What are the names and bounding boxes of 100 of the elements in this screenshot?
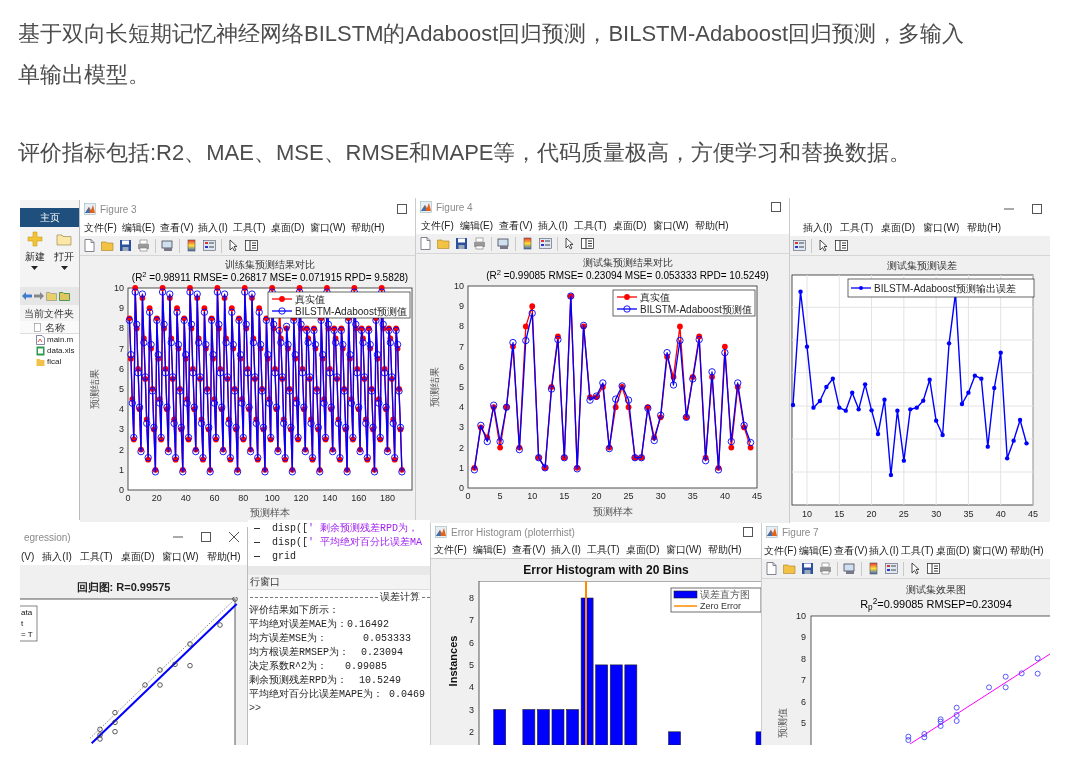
legend-label: 真实值 xyxy=(295,293,325,305)
tick-label: 4 xyxy=(459,402,464,413)
console-line: 平均绝对误差MAE为：0.16492 xyxy=(248,618,390,632)
tick-label: 30 xyxy=(931,509,942,519)
tick-label: 8 xyxy=(801,653,806,664)
tick-label: 4 xyxy=(119,404,124,415)
legend-label: 真实值 xyxy=(640,291,670,303)
tick-label: 7 xyxy=(801,675,806,686)
tick-label: 25 xyxy=(898,509,909,519)
window-title: Figure 3 xyxy=(100,202,137,217)
console-line: 平均绝对百分比误差MAPE为： 0.0469 xyxy=(248,688,426,702)
tick-label: 2 xyxy=(119,444,124,455)
plot-title: 测试集预测结果对比 xyxy=(582,256,673,269)
tick-label: 25 xyxy=(623,491,634,501)
tick-label: 120 xyxy=(293,493,309,503)
legend-label: BILSTM-Adaboost预测值 xyxy=(640,303,752,315)
tick-label: 15 xyxy=(559,491,570,501)
tick-label: 7 xyxy=(459,341,464,352)
tick-label: 40 xyxy=(995,509,1006,519)
legend-label: 误差直方图 xyxy=(700,589,750,600)
tick-label: 5 xyxy=(469,659,474,670)
tick-label: 5 xyxy=(119,384,124,394)
tick-label: 8 xyxy=(459,321,464,332)
axis-label: Instances xyxy=(447,635,459,687)
plot-title: 回归图: R=0.99575 xyxy=(76,579,171,595)
tick-label: 6 xyxy=(119,363,124,374)
tick-label: 0 xyxy=(119,485,124,495)
console-line: 决定系数R^2为： 0.99085 xyxy=(248,660,388,674)
console-line: 均方误差MSE为： 0.053333 xyxy=(248,632,413,646)
axis-label: 预测结果 xyxy=(89,369,100,409)
tick-label: 0 xyxy=(459,483,464,493)
tick-label: 45 xyxy=(752,491,762,501)
tick-label: 45 xyxy=(1028,509,1038,519)
tick-label: 9 xyxy=(801,632,806,643)
tick-label: 20 xyxy=(866,509,877,519)
tick-label: 2 xyxy=(469,726,474,737)
panel-title: 行窗口 xyxy=(250,575,280,590)
axis-label: 预测样本 xyxy=(592,506,633,517)
legend-label: Zero Error xyxy=(700,601,741,611)
tick-label: 140 xyxy=(322,493,338,503)
console-line: 评价结果如下所示： xyxy=(248,604,340,618)
tick-label: 180 xyxy=(380,493,395,503)
tick-label: 6 xyxy=(801,696,806,707)
tick-label: 5 xyxy=(497,491,503,501)
tick-label: 3 xyxy=(459,422,464,433)
tick-label: 80 xyxy=(238,493,249,503)
legend-label: ata xyxy=(21,608,33,617)
tick-label: 40 xyxy=(719,491,730,501)
window-title: Error Histogram (ploterrhist) xyxy=(451,525,575,540)
plot-title: 测试集预测误差 xyxy=(887,258,957,273)
tick-label: 20 xyxy=(591,491,602,501)
plot-title: 测试集效果图 xyxy=(906,583,966,597)
tick-label: 20 xyxy=(151,493,162,503)
legend-label: BILSTM-Adaboost预测值 xyxy=(295,305,407,317)
tick-label: 10 xyxy=(796,611,806,621)
code-line: disp([' 剩余预测残差RPD为， xyxy=(272,522,419,536)
tick-label: 30 xyxy=(655,491,666,501)
tick-label: 7 xyxy=(469,615,474,626)
code-line: disp([' 平均绝对百分比误差MA xyxy=(272,535,423,550)
intro-paragraph: 基于双向长短期记忆神经网络BILSTM的Adaboost回归预测，BILSTM-Adaboost回归预测，多输入单输出模型。 xyxy=(18,20,966,89)
tick-label: 8 xyxy=(119,323,124,334)
axis-label: 预测值 xyxy=(777,708,788,738)
tick-label: 8 xyxy=(469,593,474,603)
tick-label: 15 xyxy=(834,509,845,519)
window-title: Figure 7 xyxy=(782,525,819,540)
legend-label: = T xyxy=(21,630,33,639)
tick-label: 5 xyxy=(459,382,464,392)
axis-label: 预测结果 xyxy=(429,367,440,407)
tick-label: 40 xyxy=(180,493,191,503)
tick-label: 10 xyxy=(527,491,538,501)
tick-label: 3 xyxy=(119,424,124,435)
tick-label: 10 xyxy=(454,282,464,291)
axis-label: 预测样本 xyxy=(250,507,290,518)
tick-label: 9 xyxy=(459,301,464,312)
panel-title: 当前文件夹 xyxy=(24,306,74,321)
plot-subtitle: (R$^{2}$ =0.99085 RMSE= 0.23094 MSE= 0.053333 RPD= 10.5249) xyxy=(486,269,769,282)
tick-label: 4 xyxy=(469,682,474,693)
tick-label: 35 xyxy=(963,509,974,519)
window-title: egression) xyxy=(24,530,71,545)
plot-title: 训练集预测结果对比 xyxy=(225,258,315,271)
intro-paragraph: 评价指标包括:R2、MAE、MSE、RMSE和MAPE等，代码质量极高，方便学习和替换数据。 xyxy=(18,139,913,167)
tick-label: 60 xyxy=(209,493,220,503)
console-heading: 误差计算 xyxy=(379,590,421,605)
tick-label: 1 xyxy=(119,464,124,475)
legend-label: t xyxy=(21,619,24,628)
tick-label: 10 xyxy=(114,284,124,293)
plot-title: Error Histogram with 20 Bins xyxy=(523,562,689,579)
console-line: 剩余预测残差RPD为： 10.5249 xyxy=(248,674,402,688)
tick-label: 7 xyxy=(119,343,124,354)
tick-label: 3 xyxy=(469,704,474,715)
tick-label: 0 xyxy=(125,493,131,503)
code-line: grid xyxy=(272,550,296,564)
tick-label: 35 xyxy=(687,491,698,501)
plot-subtitle: R$_{p}$$^{2}$=0.99085 RMSEP=0.23094 xyxy=(860,597,1012,611)
tick-label: 2 xyxy=(459,442,464,453)
tick-label: 100 xyxy=(264,493,280,503)
tick-label: 9 xyxy=(119,303,124,314)
console-line: 均方根误差RMSEP为： 0.23094 xyxy=(248,646,404,660)
tick-label: 160 xyxy=(351,493,367,503)
legend-label: BILSTM-Adaboost预测输出误差 xyxy=(874,282,1016,294)
